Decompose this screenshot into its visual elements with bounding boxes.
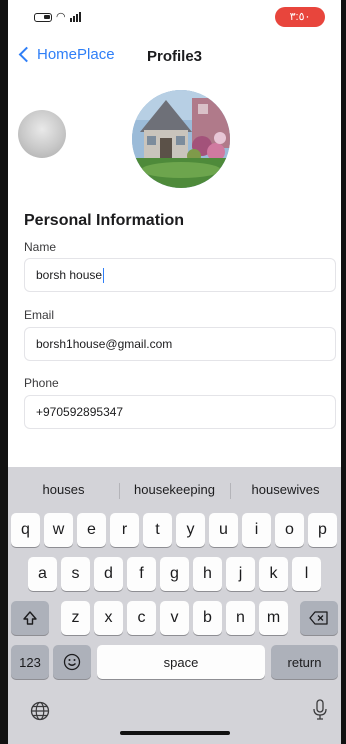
key-d[interactable]: d xyxy=(94,557,123,591)
key-y[interactable]: y xyxy=(176,513,205,547)
section-title: Personal Information xyxy=(24,212,185,229)
name-label: Name xyxy=(24,240,57,254)
globe-icon[interactable] xyxy=(30,701,50,726)
avatar-placeholder[interactable] xyxy=(18,110,66,158)
key-q[interactable]: q xyxy=(11,513,40,547)
device-frame-right xyxy=(341,0,346,744)
phone-field-value: +970592895347 xyxy=(36,405,124,419)
key-a[interactable]: a xyxy=(28,557,57,591)
key-k[interactable]: k xyxy=(259,557,288,591)
signal-icon xyxy=(69,12,81,22)
house-photo-image xyxy=(132,90,230,188)
key-u[interactable]: u xyxy=(209,513,238,547)
status-time: ٣:٥٠ xyxy=(275,7,325,27)
emoji-key[interactable] xyxy=(53,645,91,679)
microphone-icon[interactable] xyxy=(312,699,328,726)
key-n[interactable]: n xyxy=(226,601,255,635)
key-l[interactable]: l xyxy=(292,557,321,591)
phone-label: Phone xyxy=(24,376,59,390)
suggestion-item[interactable]: housewives xyxy=(230,482,341,499)
name-field[interactable]: borsh house xyxy=(24,258,336,292)
device-frame-left xyxy=(0,0,8,744)
space-key[interactable]: space xyxy=(97,645,265,679)
key-g[interactable]: g xyxy=(160,557,189,591)
email-field[interactable]: borsh1house@gmail.com xyxy=(24,327,336,361)
key-r[interactable]: r xyxy=(110,513,139,547)
shift-icon xyxy=(23,611,37,625)
key-m[interactable]: m xyxy=(259,601,288,635)
backspace-icon xyxy=(309,611,328,625)
key-t[interactable]: t xyxy=(143,513,172,547)
shift-key[interactable] xyxy=(11,601,49,635)
text-caret xyxy=(103,267,105,283)
key-b[interactable]: b xyxy=(193,601,222,635)
key-x[interactable]: x xyxy=(94,601,123,635)
delete-key[interactable] xyxy=(300,601,338,635)
key-w[interactable]: w xyxy=(44,513,73,547)
key-j[interactable]: j xyxy=(226,557,255,591)
key-i[interactable]: i xyxy=(242,513,271,547)
suggestion-bar: houses housekeeping housewives xyxy=(8,467,341,511)
email-label: Email xyxy=(24,308,55,322)
key-z[interactable]: z xyxy=(61,601,90,635)
page-title: Profile3 xyxy=(146,48,203,65)
key-e[interactable]: e xyxy=(77,513,106,547)
key-p[interactable]: p xyxy=(308,513,337,547)
battery-icon xyxy=(34,12,52,22)
home-indicator xyxy=(120,731,230,735)
name-field-value: borsh house xyxy=(36,268,103,282)
wifi-icon: ◠ xyxy=(56,11,66,23)
return-key[interactable]: return xyxy=(271,645,338,679)
status-bar: ◠ ٣:٥٠ xyxy=(8,0,341,34)
phone-field[interactable]: +970592895347 xyxy=(24,395,336,429)
numbers-key[interactable]: 123 xyxy=(11,645,49,679)
screen: ◠ ٣:٥٠ HomePlace Profile3 Personal Infor… xyxy=(8,0,341,744)
profile-photo[interactable] xyxy=(132,90,230,188)
suggestion-item[interactable]: housekeeping xyxy=(119,482,230,499)
key-h[interactable]: h xyxy=(193,557,222,591)
key-o[interactable]: o xyxy=(275,513,304,547)
emoji-icon xyxy=(63,653,81,671)
status-icons: ◠ xyxy=(34,11,81,23)
key-c[interactable]: c xyxy=(127,601,156,635)
nav-bar: HomePlace Profile3 xyxy=(8,40,341,76)
key-s[interactable]: s xyxy=(61,557,90,591)
key-v[interactable]: v xyxy=(160,601,189,635)
key-f[interactable]: f xyxy=(127,557,156,591)
keyboard: houses housekeeping housewives q w e r t… xyxy=(8,467,341,744)
suggestion-item[interactable]: houses xyxy=(8,482,119,497)
email-field-value: borsh1house@gmail.com xyxy=(36,337,173,351)
